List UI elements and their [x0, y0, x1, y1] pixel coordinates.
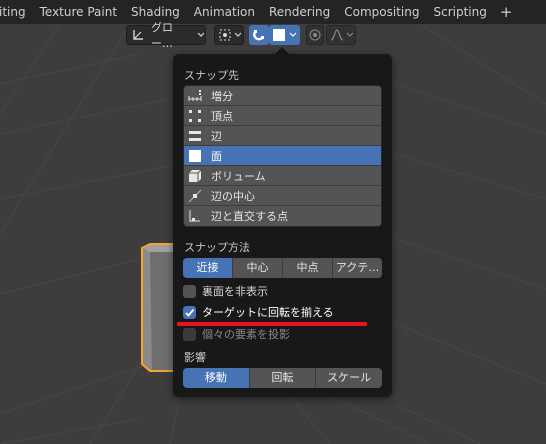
snap-item-volume[interactable]: ボリューム — [184, 166, 381, 186]
snap-item-label: 頂点 — [211, 109, 233, 123]
align-rotation-checkbox[interactable] — [183, 305, 196, 319]
project-individual-checkbox[interactable] — [183, 327, 196, 341]
workspace-tabs-bar: iting Texture Paint Shading Animation Re… — [0, 0, 546, 24]
snap-item-vertex[interactable]: 頂点 — [184, 106, 381, 126]
face-snap-icon — [273, 29, 285, 41]
edge-center-icon — [188, 189, 202, 203]
snap-item-increment[interactable]: 増分 — [184, 86, 381, 106]
annotation-underline — [177, 322, 367, 326]
snap-item-label: ボリューム — [211, 169, 266, 183]
project-individual-label: 個々の要素を投影 — [202, 328, 290, 341]
increment-icon — [188, 89, 202, 103]
pivot-point-dropdown[interactable] — [214, 25, 244, 45]
transform-orientation-dropdown[interactable]: グロー… — [126, 21, 206, 50]
proportional-editing-icon — [309, 29, 321, 41]
snap-with-heading: スナップ方法 — [184, 241, 250, 254]
vertex-icon — [188, 109, 202, 123]
align-rotation-label: ターゲットに回転を揃える — [202, 306, 334, 319]
chevron-down-icon — [289, 32, 297, 38]
project-individual-row[interactable]: 個々の要素を投影 — [183, 326, 290, 342]
affect-scale[interactable]: スケール — [316, 368, 382, 388]
backface-culling-row[interactable]: 裏面を非表示 — [183, 283, 268, 299]
falloff-curve-icon — [330, 29, 344, 41]
snap-target-dropdown[interactable] — [269, 25, 300, 45]
backface-culling-label: 裏面を非表示 — [202, 285, 268, 298]
edge-perpendicular-icon — [188, 209, 202, 223]
snap-with-center[interactable]: 中心 — [233, 258, 283, 278]
snap-item-edge[interactable]: 辺 — [184, 126, 381, 146]
chevron-down-icon — [234, 32, 242, 38]
snap-with-active[interactable]: アクテ… — [333, 258, 382, 278]
add-workspace-button[interactable]: + — [494, 0, 519, 24]
checkmark-icon — [185, 308, 195, 317]
magnet-icon — [252, 28, 266, 42]
affect-move[interactable]: 移動 — [183, 368, 250, 388]
snap-item-label: 面 — [211, 149, 222, 163]
snap-with-median[interactable]: 中点 — [283, 258, 333, 278]
pivot-point-icon — [218, 28, 232, 42]
snapping-popover: スナップ先 増分 頂点 辺 面 ボリューム 辺の中心 辺と直交する点 スナップ方… — [173, 54, 392, 397]
tab-texture-paint[interactable]: Texture Paint — [33, 0, 124, 24]
affect-heading: 影響 — [184, 351, 206, 364]
snap-item-edge-center[interactable]: 辺の中心 — [184, 186, 381, 206]
tab-layout[interactable]: iting — [0, 0, 33, 24]
snap-item-face[interactable]: 面 — [184, 146, 381, 166]
edge-icon — [188, 129, 202, 143]
tab-rendering[interactable]: Rendering — [262, 0, 337, 24]
snap-item-label: 増分 — [211, 89, 233, 103]
snap-item-label: 辺の中心 — [211, 189, 255, 203]
align-rotation-row[interactable]: ターゲットに回転を揃える — [183, 304, 334, 320]
snap-to-heading: スナップ先 — [184, 69, 239, 82]
chevron-down-icon — [197, 32, 205, 38]
snap-item-label: 辺と直交する点 — [211, 210, 288, 223]
snap-item-label: 辺 — [211, 129, 222, 143]
affect-segmented: 移動 回転 スケール — [183, 368, 382, 388]
tab-compositing[interactable]: Compositing — [337, 0, 426, 24]
falloff-dropdown[interactable] — [326, 25, 356, 45]
orientation-label: グロー… — [151, 21, 173, 50]
backface-culling-checkbox[interactable] — [183, 284, 196, 298]
affect-rotate[interactable]: 回転 — [249, 368, 317, 388]
snap-to-list: 増分 頂点 辺 面 ボリューム 辺の中心 辺と直交する点 — [183, 85, 382, 227]
face-icon — [188, 149, 202, 163]
snap-with-segmented: 近接 中心 中点 アクテ… — [183, 258, 382, 278]
orientation-axes-icon — [131, 28, 145, 42]
snap-toggle-button[interactable] — [249, 25, 269, 45]
chevron-down-icon — [346, 32, 354, 38]
proportional-editing-toggle[interactable] — [306, 25, 324, 45]
volume-icon — [188, 169, 202, 183]
tab-animation[interactable]: Animation — [187, 0, 262, 24]
snap-item-edge-perpendicular[interactable]: 辺と直交する点 — [184, 206, 381, 226]
snap-with-closest[interactable]: 近接 — [183, 258, 233, 278]
tab-scripting[interactable]: Scripting — [426, 0, 493, 24]
